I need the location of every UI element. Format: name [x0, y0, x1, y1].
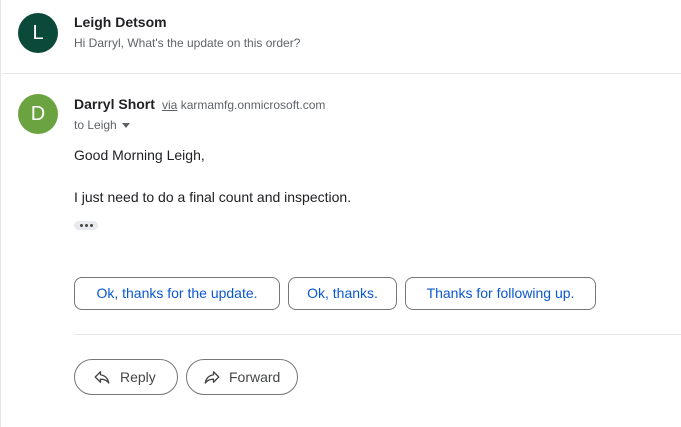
caret-down-icon[interactable] [121, 123, 130, 128]
via-domain: karmamfg.onmicrosoft.com [180, 98, 326, 112]
smart-reply-button[interactable]: Ok, thanks. [288, 277, 397, 310]
message-snippet: Hi Darryl, What's the update on this ord… [74, 36, 301, 50]
via-sender-info: via karmamfg.onmicrosoft.com [162, 98, 325, 112]
via-link[interactable]: via [162, 98, 177, 112]
smart-reply-button[interactable]: Thanks for following up. [405, 277, 596, 310]
forward-label: Forward [229, 369, 281, 385]
collapsed-message[interactable]: L Leigh Detsom Hi Darryl, What's the upd… [1, 0, 681, 74]
email-thread: L Leigh Detsom Hi Darryl, What's the upd… [0, 0, 681, 427]
message-divider [2, 73, 681, 74]
message-body-line: Good Morning Leigh, [74, 147, 205, 163]
smart-reply-button[interactable]: Ok, thanks for the update. [74, 277, 280, 310]
avatar[interactable]: L [18, 13, 58, 53]
recipients-line[interactable]: to Leigh [74, 118, 130, 132]
reply-arrow-icon [94, 371, 110, 384]
avatar[interactable]: D [18, 94, 58, 134]
reply-label: Reply [120, 369, 156, 385]
message-body-line: I just need to do a final count and insp… [74, 189, 352, 205]
actions-divider [74, 334, 681, 335]
forward-button[interactable]: Forward [186, 359, 298, 395]
more-horizontal-icon[interactable] [74, 221, 98, 230]
forward-arrow-icon [204, 371, 220, 384]
recipients-label: to Leigh [74, 118, 117, 132]
sender-name: Leigh Detsom [74, 14, 167, 30]
reply-button[interactable]: Reply [74, 359, 178, 395]
sender-name: Darryl Short [74, 96, 155, 112]
